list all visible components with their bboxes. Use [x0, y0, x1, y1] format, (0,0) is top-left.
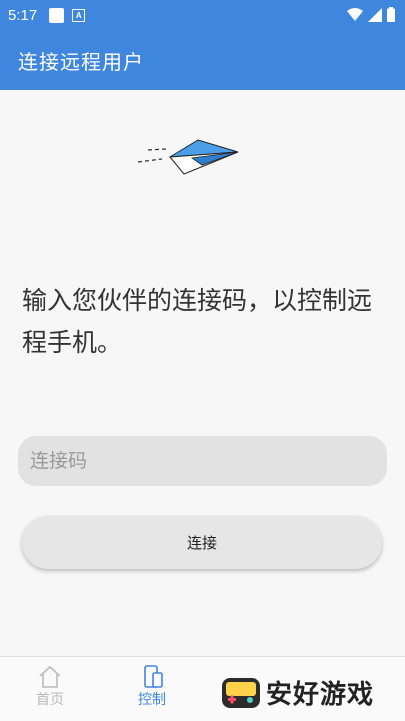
battery-icon: [387, 7, 395, 22]
connect-button[interactable]: 连接: [22, 516, 382, 569]
notification-icon: [49, 7, 65, 23]
status-bar: 5:17 A: [0, 0, 405, 30]
app-bar: 连接远程用户: [0, 30, 405, 90]
home-icon: [39, 665, 61, 688]
connect-prompt: 输入您伙伴的连接码，以控制远程手机。: [22, 286, 373, 357]
signal-icon: [368, 7, 382, 22]
page-title: 连接远程用户: [18, 49, 144, 74]
game-controller-icon: [222, 678, 260, 708]
wifi-icon: [347, 7, 363, 21]
status-time: 5:17: [8, 6, 38, 24]
phone-icon: [144, 665, 163, 688]
paper-plane-icon: [137, 139, 239, 175]
watermark-text: 安好游戏: [266, 679, 375, 710]
watermark-logo: 安好游戏: [220, 664, 405, 720]
nav-item-control[interactable]: 控制: [122, 665, 182, 709]
a-notification-icon: A: [72, 8, 86, 22]
connection-code-input[interactable]: [18, 436, 387, 486]
nav-label-control: 控制: [138, 692, 166, 708]
nav-item-home[interactable]: 首页: [20, 665, 80, 709]
nav-label-home: 首页: [36, 692, 64, 708]
